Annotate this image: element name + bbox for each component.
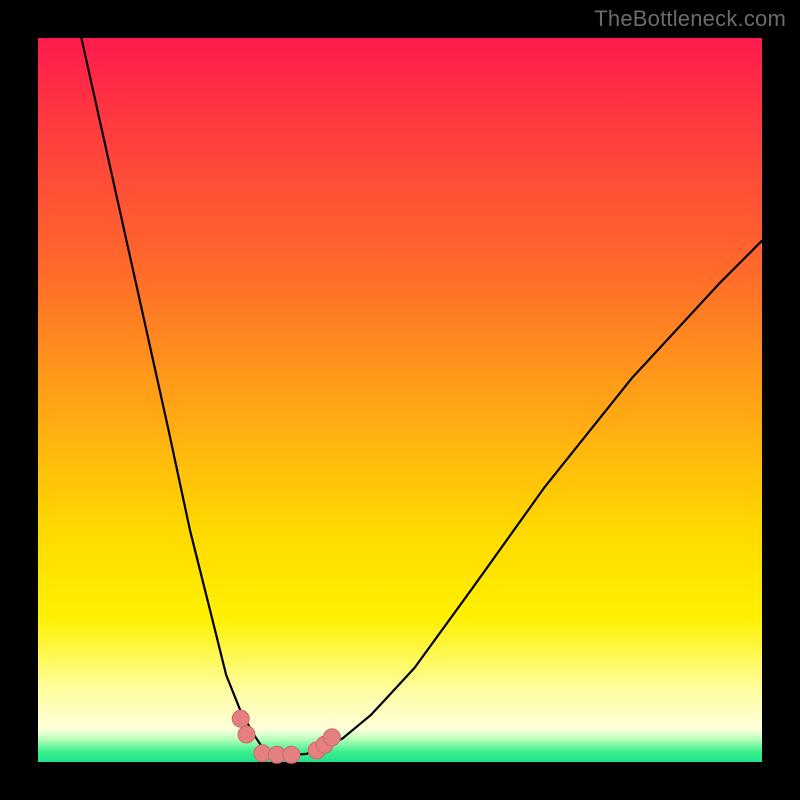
plot-area [38, 38, 762, 762]
bottleneck-curve [81, 38, 762, 755]
chart-frame: TheBottleneck.com [0, 0, 800, 800]
curve-markers [232, 710, 340, 763]
watermark-text: TheBottleneck.com [594, 6, 786, 32]
curve-marker [238, 726, 255, 743]
curve-marker [323, 729, 340, 746]
curve-marker [283, 746, 300, 763]
chart-svg [38, 38, 762, 762]
curve-marker [232, 710, 249, 727]
